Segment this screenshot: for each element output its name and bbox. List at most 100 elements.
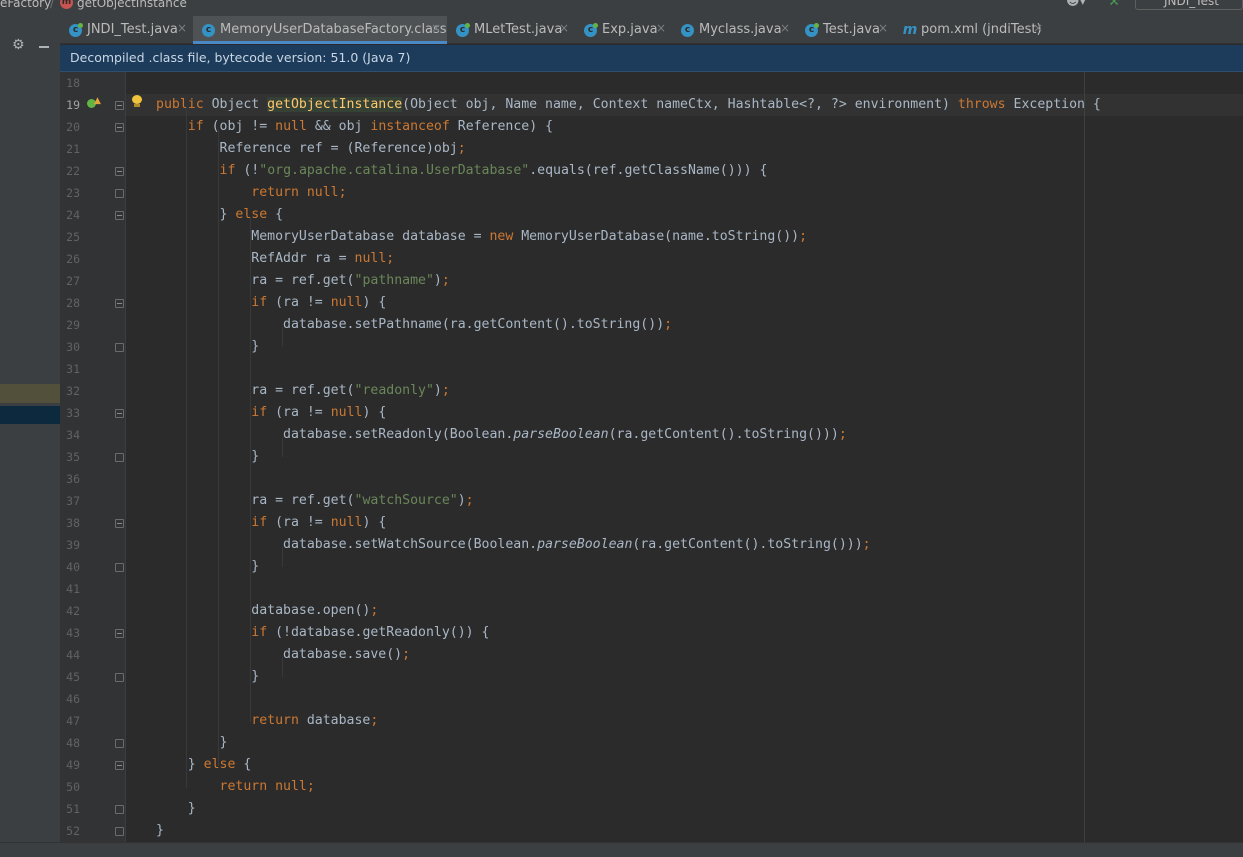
code-line[interactable]: 23 return null;: [60, 182, 1243, 204]
code-text[interactable]: database.open();: [156, 600, 378, 622]
user-icon[interactable]: ☻▾: [1066, 0, 1086, 9]
line-number[interactable]: 38: [60, 512, 80, 534]
close-icon[interactable]: ×: [431, 21, 441, 35]
line-number[interactable]: 29: [60, 314, 80, 336]
close-icon[interactable]: ×: [656, 21, 666, 35]
code-line[interactable]: 32 ra = ref.get("readonly");: [60, 380, 1243, 402]
breadcrumb-class[interactable]: eFactory: [0, 0, 51, 10]
code-line[interactable]: 33 if (ra != null) {: [60, 402, 1243, 424]
code-line[interactable]: 37 ra = ref.get("watchSource");: [60, 490, 1243, 512]
code-text[interactable]: } else {: [156, 204, 284, 226]
code-line[interactable]: 36: [60, 468, 1243, 490]
code-line[interactable]: 39 database.setWatchSource(Boolean.parse…: [60, 534, 1243, 556]
fold-marker-icon[interactable]: [115, 101, 124, 110]
fold-marker-icon[interactable]: [115, 453, 124, 462]
fold-marker-icon[interactable]: [115, 563, 124, 572]
code-text[interactable]: if (!"org.apache.catalina.UserDatabase".…: [156, 160, 768, 182]
close-icon[interactable]: ×: [878, 21, 888, 35]
line-number[interactable]: 32: [60, 380, 80, 402]
fold-marker-icon[interactable]: [115, 343, 124, 352]
code-text[interactable]: return null;: [156, 776, 315, 798]
line-number[interactable]: 45: [60, 666, 80, 688]
project-tree-row-selected[interactable]: [0, 406, 60, 424]
code-line[interactable]: 38 if (ra != null) {: [60, 512, 1243, 534]
line-number[interactable]: 48: [60, 732, 80, 754]
implements-arrow-icon[interactable]: ▲: [94, 96, 101, 106]
fold-marker-icon[interactable]: [115, 299, 124, 308]
code-line[interactable]: 30 }: [60, 336, 1243, 358]
line-number[interactable]: 19: [60, 94, 80, 116]
breadcrumb-method[interactable]: getObjectInstance: [77, 0, 187, 10]
code-line[interactable]: 52}: [60, 820, 1243, 842]
code-text[interactable]: database.setWatchSource(Boolean.parseBoo…: [156, 534, 871, 556]
line-number[interactable]: 36: [60, 468, 80, 490]
code-line[interactable]: 29 database.setPathname(ra.getContent().…: [60, 314, 1243, 336]
line-number[interactable]: 41: [60, 578, 80, 600]
code-line[interactable]: 51 }: [60, 798, 1243, 820]
minus-icon[interactable]: [39, 46, 49, 48]
line-number[interactable]: 28: [60, 292, 80, 314]
line-number[interactable]: 47: [60, 710, 80, 732]
code-text[interactable]: if (!database.getReadonly()) {: [156, 622, 489, 644]
code-text[interactable]: }: [156, 666, 259, 688]
fold-marker-icon[interactable]: [115, 123, 124, 132]
close-icon[interactable]: ×: [177, 21, 187, 35]
fold-marker-icon[interactable]: [115, 189, 124, 198]
code-line[interactable]: 46: [60, 688, 1243, 710]
code-text[interactable]: }: [156, 556, 259, 578]
line-number[interactable]: 18: [60, 72, 80, 94]
code-lines[interactable]: 18 19 public Object getObjectInstance(Obje…: [60, 72, 1243, 842]
code-text[interactable]: ra = ref.get("pathname");: [156, 270, 450, 292]
code-line[interactable]: 27 ra = ref.get("pathname");: [60, 270, 1243, 292]
fold-marker-icon[interactable]: [115, 805, 124, 814]
line-number[interactable]: 31: [60, 358, 80, 380]
code-text[interactable]: }: [156, 446, 259, 468]
code-text[interactable]: Reference ref = (Reference)obj;: [156, 138, 466, 160]
code-line[interactable]: 45 }: [60, 666, 1243, 688]
code-text[interactable]: return null;: [156, 182, 346, 204]
fold-marker-icon[interactable]: [115, 673, 124, 682]
tab-exp-java[interactable]: c Exp.java ×: [575, 16, 672, 44]
line-number[interactable]: 23: [60, 182, 80, 204]
line-number[interactable]: 22: [60, 160, 80, 182]
code-text[interactable]: if (obj != null && obj instanceof Refere…: [156, 116, 553, 138]
code-line[interactable]: 48 }: [60, 732, 1243, 754]
code-line[interactable]: 21 Reference ref = (Reference)obj;: [60, 138, 1243, 160]
fold-marker-icon[interactable]: [115, 167, 124, 176]
line-number[interactable]: 20: [60, 116, 80, 138]
code-text[interactable]: database.setReadonly(Boolean.parseBoolea…: [156, 424, 847, 446]
line-number[interactable]: 51: [60, 798, 80, 820]
project-tree-row-highlight[interactable]: [0, 384, 60, 403]
code-text[interactable]: return database;: [156, 710, 378, 732]
code-line[interactable]: 34 database.setReadonly(Boolean.parseBoo…: [60, 424, 1243, 446]
line-number[interactable]: 27: [60, 270, 80, 292]
tab-test-java[interactable]: c Test.java ×: [796, 16, 894, 44]
code-text[interactable]: database.save();: [156, 644, 410, 666]
line-number[interactable]: 24: [60, 204, 80, 226]
tab-mlettest-java[interactable]: c MLetTest.java ×: [447, 16, 575, 44]
code-line[interactable]: 20 if (obj != null && obj instanceof Ref…: [60, 116, 1243, 138]
code-line[interactable]: 47 return database;: [60, 710, 1243, 732]
tab-memoryuserdatabasefactory-class[interactable]: c MemoryUserDatabaseFactory.class ×: [193, 16, 447, 44]
code-line[interactable]: 28 if (ra != null) {: [60, 292, 1243, 314]
close-icon[interactable]: ×: [559, 21, 569, 35]
code-text[interactable]: database.setPathname(ra.getContent().toS…: [156, 314, 672, 336]
line-number[interactable]: 35: [60, 446, 80, 468]
code-text[interactable]: ra = ref.get("readonly");: [156, 380, 450, 402]
code-line[interactable]: 19 public Object getObjectInstance(Object…: [60, 94, 1243, 116]
line-number[interactable]: 25: [60, 226, 80, 248]
code-line[interactable]: 50 return null;: [60, 776, 1243, 798]
line-number[interactable]: 21: [60, 138, 80, 160]
fold-marker-icon[interactable]: [115, 409, 124, 418]
line-number[interactable]: 40: [60, 556, 80, 578]
line-number[interactable]: 39: [60, 534, 80, 556]
code-text[interactable]: if (ra != null) {: [156, 512, 386, 534]
code-text[interactable]: }: [156, 798, 196, 820]
line-number[interactable]: 43: [60, 622, 80, 644]
code-text[interactable]: }: [156, 336, 259, 358]
run-configuration-selector[interactable]: JNDI_Test: [1135, 0, 1243, 10]
code-line[interactable]: 40 }: [60, 556, 1243, 578]
code-line[interactable]: 24 } else {: [60, 204, 1243, 226]
tab-pom-xml-jnditest[interactable]: m pom.xml (jndiTest) ×: [894, 16, 1049, 44]
fold-marker-icon[interactable]: [115, 519, 124, 528]
